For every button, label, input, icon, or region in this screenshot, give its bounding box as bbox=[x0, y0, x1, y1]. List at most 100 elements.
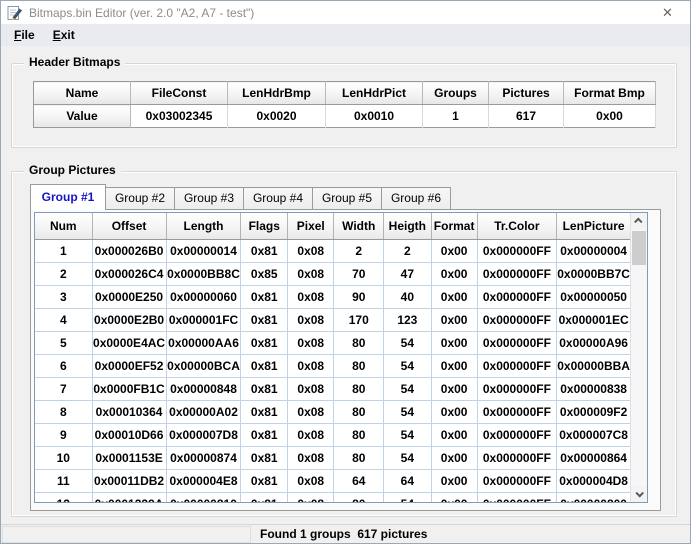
table-cell[interactable]: 80 bbox=[334, 377, 384, 400]
table-cell[interactable]: 0x08 bbox=[288, 285, 334, 308]
table-cell[interactable]: 80 bbox=[334, 492, 384, 502]
table-cell[interactable]: 0x000009F2 bbox=[557, 400, 630, 423]
table-cell[interactable]: 0x00000050 bbox=[557, 285, 630, 308]
table-cell[interactable]: 0x81 bbox=[241, 308, 288, 331]
table-cell[interactable]: 0x00000874 bbox=[166, 446, 241, 469]
hb-value-cell[interactable]: 617 bbox=[489, 105, 564, 128]
vertical-scrollbar[interactable] bbox=[630, 213, 647, 502]
table-cell[interactable]: 0x08 bbox=[288, 262, 334, 285]
table-cell[interactable]: 0x00000800 bbox=[557, 492, 630, 502]
table-cell[interactable]: 0x00000BCA bbox=[166, 354, 241, 377]
table-cell[interactable]: 0x0000FB1C bbox=[92, 377, 166, 400]
table-cell[interactable]: 0x000004D8 bbox=[557, 469, 630, 492]
table-cell[interactable]: 7 bbox=[35, 377, 92, 400]
table-cell[interactable]: 0x08 bbox=[288, 423, 334, 446]
table-cell[interactable]: 0x000001EC bbox=[557, 308, 630, 331]
table-cell[interactable]: 170 bbox=[334, 308, 384, 331]
tab-group-1[interactable]: Group #1 bbox=[30, 184, 106, 210]
table-cell[interactable]: 0x81 bbox=[241, 377, 288, 400]
table-cell[interactable]: 0x0000BB8C bbox=[166, 262, 241, 285]
table-cell[interactable]: 54 bbox=[384, 331, 432, 354]
table-cell[interactable]: 1 bbox=[35, 239, 92, 262]
table-cell[interactable]: 0x81 bbox=[241, 469, 288, 492]
close-button[interactable]: ✕ bbox=[645, 1, 690, 24]
table-cell[interactable]: 0x08 bbox=[288, 469, 334, 492]
table-cell[interactable]: 0x000000FF bbox=[477, 400, 557, 423]
table-cell[interactable]: 0x81 bbox=[241, 492, 288, 502]
menu-item-file[interactable]: File bbox=[5, 26, 44, 44]
table-cell[interactable]: 0x81 bbox=[241, 446, 288, 469]
table-cell[interactable]: 0x00000014 bbox=[166, 239, 241, 262]
table-cell[interactable]: 0x85 bbox=[241, 262, 288, 285]
table-cell[interactable]: 0x00000848 bbox=[166, 377, 241, 400]
hb-value-cell[interactable]: 1 bbox=[423, 105, 489, 128]
table-cell[interactable]: 2 bbox=[384, 239, 432, 262]
table-cell[interactable]: 0x00000810 bbox=[166, 492, 241, 502]
table-cell[interactable]: 3 bbox=[35, 285, 92, 308]
table-cell[interactable]: 0x000007C8 bbox=[557, 423, 630, 446]
table-cell[interactable]: 0x00 bbox=[431, 423, 477, 446]
table-cell[interactable]: 0x0001229A bbox=[92, 492, 166, 502]
table-cell[interactable]: 0x000000FF bbox=[477, 331, 557, 354]
table-cell[interactable]: 0x0000BB7C bbox=[557, 262, 630, 285]
tab-group-3[interactable]: Group #3 bbox=[174, 187, 244, 209]
table-cell[interactable]: 54 bbox=[384, 354, 432, 377]
table-cell[interactable]: 2 bbox=[334, 239, 384, 262]
table-cell[interactable]: 90 bbox=[334, 285, 384, 308]
table-cell[interactable]: 80 bbox=[334, 423, 384, 446]
table-cell[interactable]: 0x08 bbox=[288, 377, 334, 400]
table-cell[interactable]: 0x00000AA6 bbox=[166, 331, 241, 354]
table-cell[interactable]: 80 bbox=[334, 400, 384, 423]
table-cell[interactable]: 0x000000FF bbox=[477, 239, 557, 262]
hb-value-cell[interactable]: 0x0010 bbox=[326, 105, 423, 128]
table-cell[interactable]: 0x00 bbox=[431, 308, 477, 331]
table-cell[interactable]: 0x81 bbox=[241, 285, 288, 308]
table-cell[interactable]: 0x0001153E bbox=[92, 446, 166, 469]
table-cell[interactable]: 0x00 bbox=[431, 469, 477, 492]
table-cell[interactable]: 0x81 bbox=[241, 239, 288, 262]
table-cell[interactable]: 2 bbox=[35, 262, 92, 285]
hb-value-cell[interactable]: 0x03002345 bbox=[131, 105, 228, 128]
table-cell[interactable]: 54 bbox=[384, 377, 432, 400]
table-cell[interactable]: 0x00 bbox=[431, 285, 477, 308]
table-cell[interactable]: 64 bbox=[384, 469, 432, 492]
table-cell[interactable]: 40 bbox=[384, 285, 432, 308]
table-cell[interactable]: 0x0000EF52 bbox=[92, 354, 166, 377]
table-cell[interactable]: 0x0000E2B0 bbox=[92, 308, 166, 331]
table-cell[interactable]: 0x08 bbox=[288, 308, 334, 331]
table-cell[interactable]: 0x00 bbox=[431, 262, 477, 285]
table-cell[interactable]: 0x00000864 bbox=[557, 446, 630, 469]
table-cell[interactable]: 0x00 bbox=[431, 492, 477, 502]
table-cell[interactable]: 0x0000E4AC bbox=[92, 331, 166, 354]
table-cell[interactable]: 0x000001FC bbox=[166, 308, 241, 331]
menu-item-exit[interactable]: Exit bbox=[44, 26, 84, 44]
table-cell[interactable]: 0x81 bbox=[241, 400, 288, 423]
tab-group-6[interactable]: Group #6 bbox=[381, 187, 451, 209]
table-cell[interactable]: 0x08 bbox=[288, 446, 334, 469]
hb-value-cell[interactable]: 0x00 bbox=[564, 105, 656, 128]
table-cell[interactable]: 0x81 bbox=[241, 354, 288, 377]
tab-group-5[interactable]: Group #5 bbox=[312, 187, 382, 209]
table-cell[interactable]: 0x0000E250 bbox=[92, 285, 166, 308]
table-cell[interactable]: 70 bbox=[334, 262, 384, 285]
table-cell[interactable]: 0x00 bbox=[431, 400, 477, 423]
table-cell[interactable]: 8 bbox=[35, 400, 92, 423]
table-cell[interactable]: 0x000000FF bbox=[477, 308, 557, 331]
table-cell[interactable]: 0x00000BBA bbox=[557, 354, 630, 377]
table-cell[interactable]: 80 bbox=[334, 354, 384, 377]
table-cell[interactable]: 0x00010364 bbox=[92, 400, 166, 423]
scroll-up-button[interactable] bbox=[631, 213, 647, 229]
table-cell[interactable]: 0x00000A02 bbox=[166, 400, 241, 423]
table-cell[interactable]: 5 bbox=[35, 331, 92, 354]
table-cell[interactable]: 0x00011DB2 bbox=[92, 469, 166, 492]
scrollbar-thumb[interactable] bbox=[632, 231, 646, 265]
table-cell[interactable]: 0x000026C4 bbox=[92, 262, 166, 285]
table-cell[interactable]: 0x000000FF bbox=[477, 377, 557, 400]
table-cell[interactable]: 9 bbox=[35, 423, 92, 446]
table-cell[interactable]: 0x00 bbox=[431, 239, 477, 262]
table-cell[interactable]: 0x08 bbox=[288, 492, 334, 502]
scroll-down-button[interactable] bbox=[631, 486, 647, 502]
table-cell[interactable]: 0x00 bbox=[431, 331, 477, 354]
table-cell[interactable]: 0x00010D66 bbox=[92, 423, 166, 446]
scrollbar-track[interactable] bbox=[631, 229, 647, 486]
